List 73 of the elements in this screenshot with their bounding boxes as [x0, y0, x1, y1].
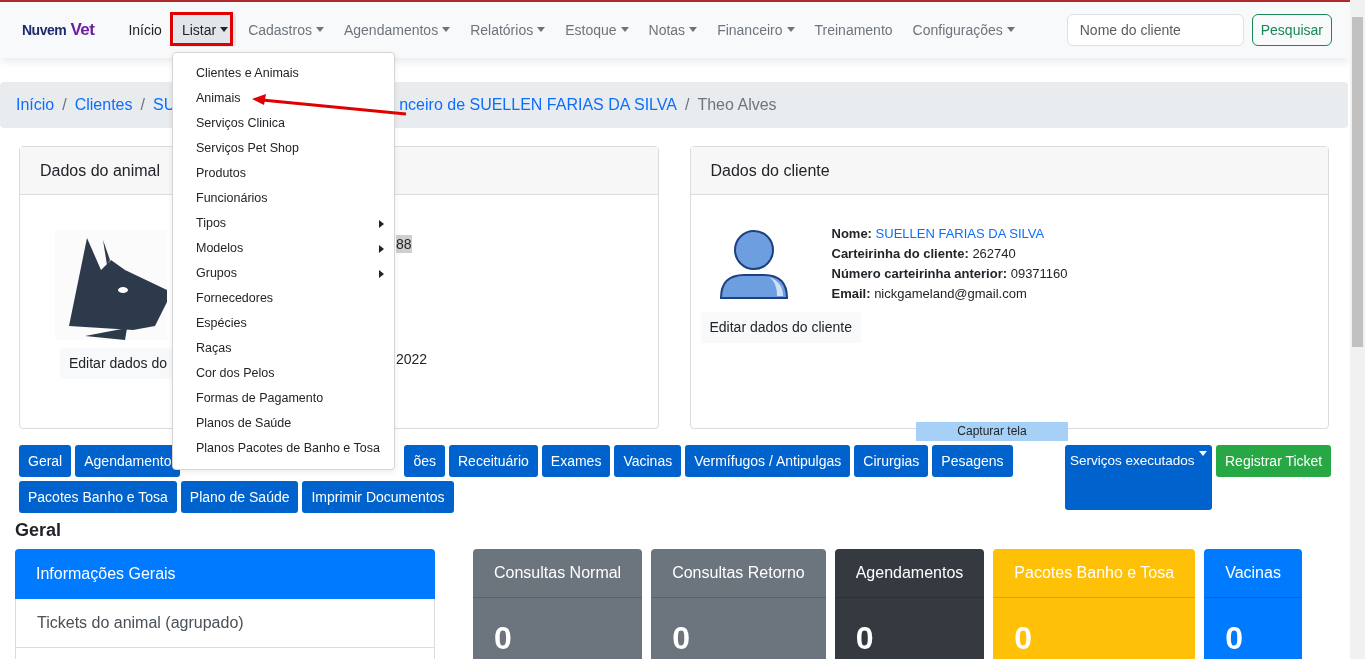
nav-link[interactable]: Agendamentos — [335, 13, 459, 47]
edit-client-button[interactable]: Editar dados do cliente — [700, 312, 861, 343]
register-ticket-button[interactable]: Registrar Ticket — [1216, 445, 1332, 477]
breadcrumb-separator: / — [140, 95, 145, 115]
stat-title: Agendamentos — [834, 549, 985, 598]
tab-button[interactable]: Vacinas — [614, 445, 682, 477]
client-info: Nome: SUELLEN FARIAS DA SILVA — [831, 225, 1046, 243]
breadcrumb-separator: / — [62, 95, 67, 115]
tab-button[interactable]: Imprimir Documentos — [302, 481, 454, 513]
nav-link[interactable]: Estoque — [557, 13, 637, 47]
tab-button[interactable]: Pesagens — [932, 445, 1013, 477]
breadcrumb-separator: / — [684, 95, 690, 115]
breadcrumb-link[interactable]: Início — [16, 93, 55, 117]
scrollbar[interactable] — [1350, 0, 1365, 659]
stat-value: 0 — [671, 619, 691, 657]
submenu-arrow-icon — [379, 219, 384, 228]
client-name-link[interactable]: SUELLEN FARIAS DA SILVA — [875, 226, 1045, 241]
breadcrumb-link[interactable]: nceiro de SUELLEN FARIAS DA SILVA — [399, 93, 677, 117]
stat-title: Vacinas — [1204, 549, 1302, 598]
nav-link[interactable]: Cadastros — [240, 13, 332, 47]
field-value: 88 — [396, 235, 412, 253]
tab-button[interactable]: Receituário — [449, 445, 538, 477]
stat-value: 0 — [1013, 619, 1034, 657]
tab-button[interactable]: Pacotes Banho e Tosa — [19, 481, 177, 513]
stat-value: 0 — [854, 619, 875, 657]
search-button[interactable]: Pesquisar — [1251, 14, 1332, 46]
tab-button[interactable]: Geral — [19, 445, 72, 477]
menu-item[interactable]: Clientes e Animais — [173, 61, 394, 86]
search-field[interactable]: Nome do cliente — [1066, 14, 1244, 46]
nav-link[interactable]: Relatórios — [462, 13, 554, 47]
tab-button[interactable]: Exames — [541, 445, 611, 477]
nav-link[interactable]: Financeiro — [709, 13, 803, 47]
stat-title: Consultas Normal — [473, 549, 643, 598]
card-title: Dados do cliente — [690, 147, 1328, 195]
menu-item[interactable]: Animais — [173, 86, 394, 111]
services-dropdown-button[interactable]: Serviços executados — [1065, 445, 1212, 510]
menu-item[interactable]: Serviços Clinica — [173, 111, 394, 136]
breadcrumb-link[interactable]: Clientes — [74, 93, 133, 117]
client-info: Carteirinha do cliente: 262740 — [831, 245, 1017, 263]
stat-value: 0 — [1224, 619, 1244, 657]
annotation-box — [170, 12, 233, 46]
tab-button[interactable]: Cirurgias — [854, 445, 929, 477]
section-heading: Geral — [15, 519, 63, 542]
menu-item[interactable]: Modelos — [173, 236, 394, 261]
user-icon — [718, 230, 789, 300]
submenu-arrow-icon — [379, 244, 384, 253]
client-info: Número carteirinha anterior: 09371160 — [831, 265, 1068, 283]
tab-button[interactable]: Agendamento — [75, 445, 181, 477]
menu-item[interactable]: Grupos — [173, 261, 394, 286]
tooltip: Capturar tela — [916, 422, 1068, 441]
client-info: Email: nickgameland@gmail.com — [831, 285, 1028, 303]
tab-button[interactable]: ões — [404, 445, 445, 477]
menu-item[interactable]: Formas de Pagamento — [173, 386, 394, 411]
stat-title: Pacotes Banho e Tosa — [993, 549, 1196, 598]
nav-link[interactable]: Notas — [640, 13, 706, 47]
submenu-arrow-icon — [379, 269, 384, 278]
list-item[interactable]: Tickets do animal (agrupado) — [15, 599, 435, 648]
nav-link[interactable]: Início — [120, 13, 170, 47]
field-value: 2022 — [396, 350, 428, 368]
stat-value: 0 — [493, 619, 513, 657]
menu-item[interactable]: Planos de Saúde — [173, 411, 394, 436]
app-logo[interactable]: Nuvem Vet — [22, 17, 95, 43]
menu-item[interactable]: Espécies — [173, 311, 394, 336]
menu-item[interactable]: Produtos — [173, 161, 394, 186]
nav-link[interactable]: Treinamento — [806, 13, 901, 47]
tab-button[interactable]: Vermífugos / Antipulgas — [685, 445, 851, 477]
stat-title: Consultas Retorno — [651, 549, 826, 598]
menu-item[interactable]: Fornecedores — [173, 286, 394, 311]
breadcrumb-current: Theo Alves — [697, 95, 777, 115]
list-header: Informações Gerais — [15, 549, 435, 599]
tab-button[interactable]: Plano de Saúde — [180, 481, 299, 513]
nav-link[interactable]: Configurações — [904, 13, 1023, 47]
menu-item[interactable]: Tipos — [173, 211, 394, 236]
